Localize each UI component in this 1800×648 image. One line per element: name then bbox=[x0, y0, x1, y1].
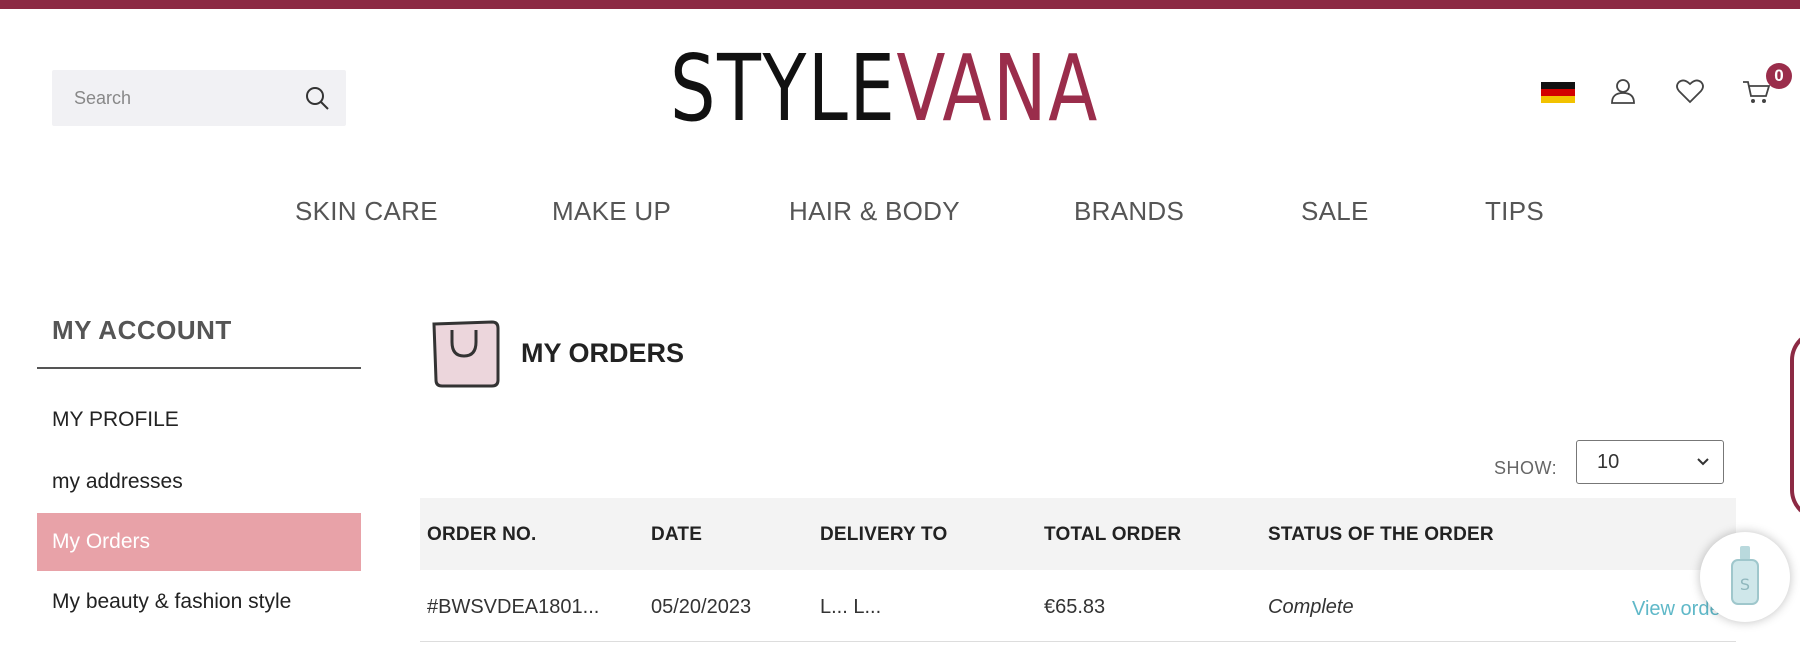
search-input[interactable]: Search bbox=[52, 70, 346, 126]
sidebar-item-my-profile[interactable]: MY PROFILE bbox=[37, 391, 361, 449]
order-total: €65.83 bbox=[1044, 596, 1106, 618]
side-tab[interactable] bbox=[1790, 330, 1800, 520]
search-icon[interactable] bbox=[304, 85, 330, 111]
nav-hair-body[interactable]: HAIR & BODY bbox=[789, 196, 960, 227]
page-title: MY ORDERS bbox=[521, 338, 685, 368]
user-icon[interactable] bbox=[1608, 76, 1638, 106]
nav-sale[interactable]: SALE bbox=[1301, 196, 1369, 227]
germany-flag-icon[interactable] bbox=[1541, 82, 1575, 103]
sidebar-item-my-orders[interactable]: My Orders bbox=[37, 513, 361, 571]
chevron-down-icon bbox=[1697, 458, 1709, 466]
orders-table-header: ORDER NO. DATE DELIVERY TO TOTAL ORDER S… bbox=[420, 498, 1736, 570]
order-status: Complete bbox=[1268, 596, 1354, 618]
heart-icon[interactable] bbox=[1675, 76, 1705, 106]
sidebar-item-my-addresses[interactable]: my addresses bbox=[37, 453, 361, 511]
column-date: DATE bbox=[651, 524, 703, 545]
column-status: STATUS OF THE ORDER bbox=[1268, 524, 1494, 545]
svg-text:S: S bbox=[1740, 575, 1750, 594]
floating-product-widget[interactable]: S bbox=[1700, 532, 1790, 622]
nav-brands[interactable]: BRANDS bbox=[1074, 196, 1184, 227]
sidebar-item-beauty-fashion-style[interactable]: My beauty & fashion style bbox=[37, 573, 361, 631]
order-date: 05/20/2023 bbox=[651, 596, 752, 618]
divider bbox=[37, 367, 361, 369]
delivery-recipient: L... L... bbox=[820, 596, 882, 618]
column-delivery-to: DELIVERY TO bbox=[820, 524, 948, 545]
nav-make-up[interactable]: MAKE UP bbox=[552, 196, 671, 227]
nav-tips[interactable]: TIPS bbox=[1485, 196, 1544, 227]
show-label: SHOW: bbox=[1494, 458, 1558, 478]
nav-skin-care[interactable]: SKIN CARE bbox=[295, 196, 438, 227]
serum-bottle-icon: S bbox=[1731, 546, 1759, 605]
shopping-bag-icon bbox=[432, 320, 500, 388]
my-account-title: MY ACCOUNT bbox=[52, 315, 232, 345]
page-size-value: 10 bbox=[1597, 451, 1620, 473]
top-accent-bar bbox=[0, 0, 1800, 9]
table-row: #BWSVDEA1801... 05/20/2023 L... L... €65… bbox=[420, 570, 1736, 642]
page-size-select[interactable]: 10 bbox=[1576, 440, 1724, 484]
column-order-no: ORDER NO. bbox=[427, 524, 537, 545]
column-total-order: TOTAL ORDER bbox=[1044, 524, 1182, 545]
search-placeholder: Search bbox=[74, 88, 132, 108]
stylevana-logo[interactable]: STYLEVANA bbox=[670, 43, 1099, 135]
cart-count-badge[interactable]: 0 bbox=[1766, 63, 1792, 89]
order-number: #BWSVDEA1801... bbox=[427, 596, 600, 618]
